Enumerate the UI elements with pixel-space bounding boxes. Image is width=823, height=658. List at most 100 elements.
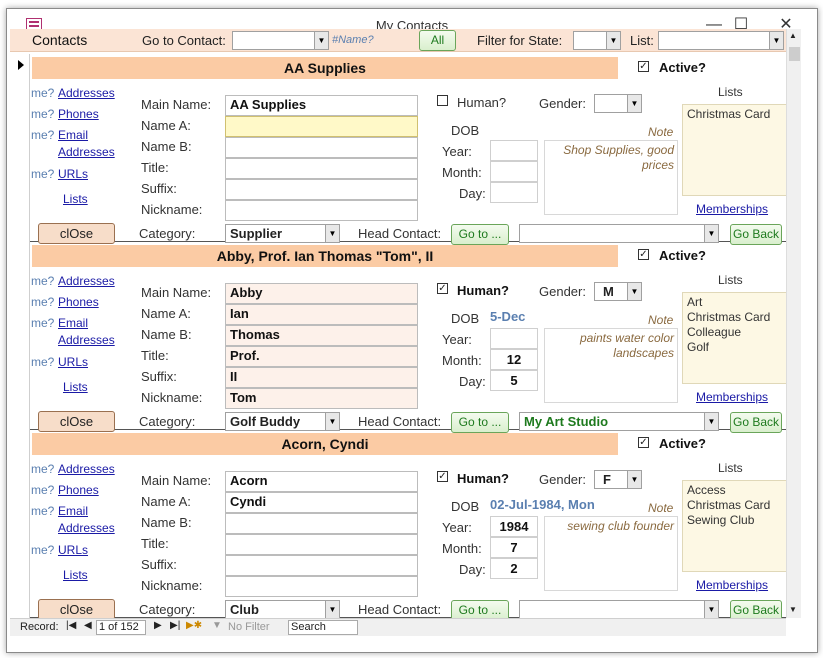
b-name-field[interactable] <box>225 513 418 534</box>
suffix-name-field[interactable] <box>225 555 418 576</box>
active-checkbox[interactable]: ✓ <box>638 249 649 260</box>
note-field[interactable]: Shop Supplies, good prices <box>544 140 678 215</box>
suffix-name-field[interactable]: II <box>225 367 418 388</box>
title-name-field[interactable] <box>225 534 418 555</box>
month-field[interactable]: 12 <box>490 349 538 370</box>
day-field[interactable] <box>490 182 538 203</box>
category-combo[interactable]: Club ▼ <box>225 600 340 619</box>
chevron-down-icon[interactable]: ▼ <box>325 225 339 242</box>
addresses-link[interactable]: Addresses <box>58 86 115 100</box>
scroll-thumb[interactable] <box>789 47 800 61</box>
search-box[interactable]: Search <box>288 620 358 635</box>
chevron-down-icon[interactable]: ▼ <box>325 413 339 430</box>
all-button[interactable]: All <box>419 30 456 51</box>
nickname-name-field[interactable]: Tom <box>225 388 418 409</box>
memberships-link[interactable]: Memberships <box>696 202 768 216</box>
vertical-scrollbar[interactable]: ▲ ▼ <box>786 29 801 618</box>
email-link[interactable]: Email <box>58 504 88 518</box>
email-link[interactable]: Email <box>58 128 88 142</box>
no-filter-label[interactable]: No Filter <box>228 621 270 633</box>
chevron-down-icon[interactable]: ▼ <box>606 32 620 49</box>
close-record-button[interactable]: clOse <box>38 411 115 432</box>
year-field[interactable]: 1984 <box>490 516 538 537</box>
main-name-field[interactable]: Abby <box>225 283 418 304</box>
chevron-down-icon[interactable]: ▼ <box>325 601 339 618</box>
email-addresses-link[interactable]: Addresses <box>58 145 115 159</box>
main-name-field[interactable]: Acorn <box>225 471 418 492</box>
scroll-up-icon[interactable]: ▲ <box>789 31 797 40</box>
year-field[interactable] <box>490 140 538 161</box>
urls-link[interactable]: URLs <box>58 167 88 181</box>
chevron-down-icon[interactable]: ▼ <box>704 601 718 618</box>
main-name-field[interactable]: AA Supplies <box>225 95 418 116</box>
day-field[interactable]: 2 <box>490 558 538 579</box>
next-record-icon[interactable]: ▶ <box>154 620 162 631</box>
lists-link[interactable]: Lists <box>63 192 88 206</box>
close-record-button[interactable]: clOse <box>38 223 115 244</box>
category-combo[interactable]: Golf Buddy ▼ <box>225 412 340 431</box>
goto-contact-combo[interactable]: ▼ <box>232 31 329 50</box>
phones-link[interactable]: Phones <box>58 295 99 309</box>
urls-link[interactable]: URLs <box>58 355 88 369</box>
b-name-field[interactable]: Thomas <box>225 325 418 346</box>
addresses-link[interactable]: Addresses <box>58 274 115 288</box>
human-checkbox[interactable]: ✓ <box>437 283 448 294</box>
day-field[interactable]: 5 <box>490 370 538 391</box>
category-combo[interactable]: Supplier ▼ <box>225 224 340 243</box>
record-selector[interactable] <box>10 430 30 618</box>
title-name-field[interactable]: Prof. <box>225 346 418 367</box>
email-addresses-link[interactable]: Addresses <box>58 333 115 347</box>
record-selector[interactable] <box>10 54 30 242</box>
first-record-icon[interactable]: |◀ <box>66 620 76 631</box>
chevron-down-icon[interactable]: ▼ <box>627 283 641 300</box>
active-checkbox[interactable]: ✓ <box>638 437 649 448</box>
chevron-down-icon[interactable]: ▼ <box>314 32 328 49</box>
urls-link[interactable]: URLs <box>58 543 88 557</box>
year-field[interactable] <box>490 328 538 349</box>
human-checkbox[interactable] <box>437 95 448 106</box>
head-contact-combo[interactable]: My Art Studio ▼ <box>519 412 719 431</box>
lists-link[interactable]: Lists <box>63 380 88 394</box>
memberships-link[interactable]: Memberships <box>696 578 768 592</box>
active-checkbox[interactable]: ✓ <box>638 61 649 72</box>
a-name-field[interactable]: Ian <box>225 304 418 325</box>
close-record-button[interactable]: clOse <box>38 599 115 620</box>
record-position-field[interactable]: 1 of 152 <box>96 620 146 635</box>
last-record-icon[interactable]: ▶| <box>170 620 180 631</box>
gender-combo[interactable]: F ▼ <box>594 470 642 489</box>
nickname-name-field[interactable] <box>225 200 418 221</box>
lists-box[interactable]: Art Christmas Card Colleague Golf <box>682 292 788 384</box>
lists-link[interactable]: Lists <box>63 568 88 582</box>
month-field[interactable] <box>490 161 538 182</box>
chevron-down-icon[interactable]: ▼ <box>627 95 641 112</box>
gender-combo[interactable]: ▼ <box>594 94 642 113</box>
a-name-field[interactable] <box>225 116 418 137</box>
month-field[interactable]: 7 <box>490 537 538 558</box>
chevron-down-icon[interactable]: ▼ <box>627 471 641 488</box>
addresses-link[interactable]: Addresses <box>58 462 115 476</box>
list-filter-combo[interactable]: ▼ <box>658 31 784 50</box>
scroll-down-icon[interactable]: ▼ <box>789 605 797 614</box>
chevron-down-icon[interactable]: ▼ <box>769 32 783 49</box>
chevron-down-icon[interactable]: ▼ <box>704 413 718 430</box>
phones-link[interactable]: Phones <box>58 483 99 497</box>
head-contact-combo[interactable]: ▼ <box>519 224 719 243</box>
note-field[interactable]: sewing club founder <box>544 516 678 591</box>
human-checkbox[interactable]: ✓ <box>437 471 448 482</box>
lists-box[interactable]: Access Christmas Card Sewing Club <box>682 480 788 572</box>
head-contact-combo[interactable]: ▼ <box>519 600 719 619</box>
lists-box[interactable]: Christmas Card <box>682 104 788 196</box>
a-name-field[interactable]: Cyndi <box>225 492 418 513</box>
email-link[interactable]: Email <box>58 316 88 330</box>
memberships-link[interactable]: Memberships <box>696 390 768 404</box>
new-record-icon[interactable]: ▶✱ <box>186 620 202 631</box>
prev-record-icon[interactable]: ◀ <box>84 620 92 631</box>
record-selector[interactable] <box>10 242 30 430</box>
state-filter-combo[interactable]: ▼ <box>573 31 621 50</box>
b-name-field[interactable] <box>225 137 418 158</box>
email-addresses-link[interactable]: Addresses <box>58 521 115 535</box>
suffix-name-field[interactable] <box>225 179 418 200</box>
nickname-name-field[interactable] <box>225 576 418 597</box>
gender-combo[interactable]: M ▼ <box>594 282 642 301</box>
note-field[interactable]: paints water color landscapes <box>544 328 678 403</box>
